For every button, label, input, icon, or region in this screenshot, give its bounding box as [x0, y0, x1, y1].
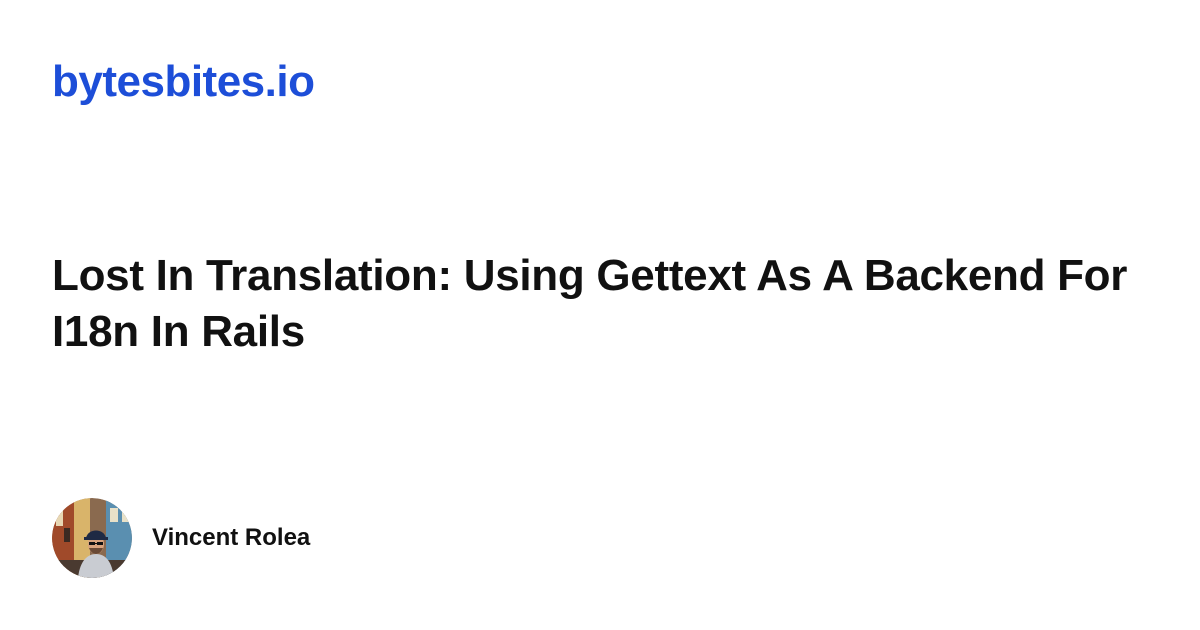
author-name[interactable]: Vincent Rolea [152, 523, 310, 553]
author-block: Vincent Rolea [52, 498, 310, 578]
author-avatar [52, 498, 132, 578]
site-title[interactable]: bytesbites.io [52, 56, 315, 108]
article-title: Lost In Translation: Using Gettext As A … [52, 251, 1128, 356]
